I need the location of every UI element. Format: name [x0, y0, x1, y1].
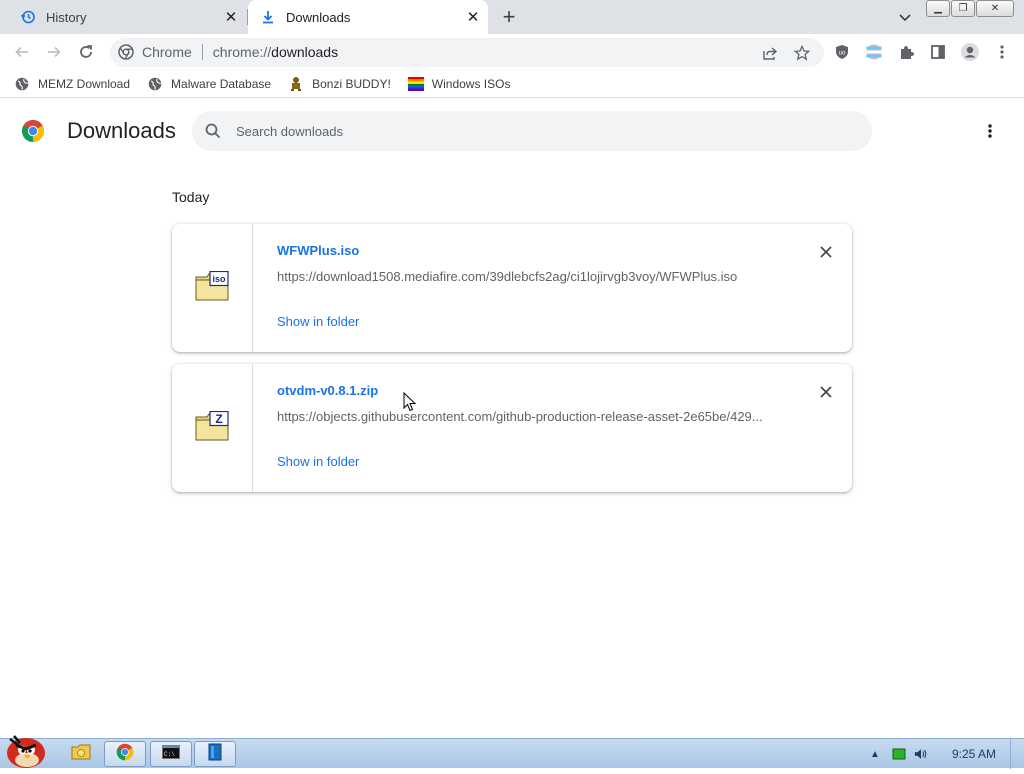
zip-file-icon: Z — [195, 410, 229, 446]
tab-strip: History ✕ Downloads ✕ + ▁ ❐ ✕ — [0, 0, 1024, 34]
taskbar-command-prompt[interactable]: C:\ — [150, 741, 192, 767]
browser-toolbar: Chrome chrome://downloads uo — [0, 34, 1024, 70]
blue-app-icon — [208, 743, 222, 766]
omnibox-divider — [201, 44, 203, 60]
file-url[interactable]: https://objects.githubusercontent.com/gi… — [277, 409, 777, 424]
file-badge: Z — [215, 412, 222, 426]
minimize-button[interactable]: ▁ — [926, 0, 950, 17]
page-title: Downloads — [67, 118, 176, 143]
profile-avatar-icon[interactable] — [960, 42, 980, 62]
show-in-folder-link[interactable]: Show in folder — [277, 454, 359, 469]
download-item: Z otvdm-v0.8.1.zip https://objects.githu… — [172, 364, 852, 492]
bookmark-malware-database[interactable]: Malware Database — [147, 76, 271, 92]
bookmark-label: Windows ISOs — [431, 76, 511, 91]
tab-history-label: History — [46, 9, 87, 25]
iso-file-icon: iso — [195, 270, 229, 306]
share-icon[interactable] — [761, 44, 779, 62]
taskbar: C:\ ▲ 9:25 AM — [0, 735, 1024, 769]
downloads-menu-button[interactable] — [979, 120, 1001, 142]
history-icon — [20, 9, 36, 25]
svg-text:uo: uo — [839, 51, 846, 57]
remove-download-button[interactable] — [816, 382, 836, 402]
downloads-header: Downloads — [0, 99, 1024, 163]
chrome-icon — [116, 743, 134, 766]
battery-icon[interactable] — [892, 747, 906, 761]
tab-history[interactable]: History ✕ — [8, 0, 246, 34]
pride-extension-icon[interactable] — [864, 42, 884, 62]
star-icon[interactable] — [793, 44, 811, 62]
folder-icon — [71, 744, 91, 765]
more-menu-icon[interactable] — [992, 42, 1012, 62]
file-name-link[interactable]: WFWPlus.iso — [277, 243, 359, 258]
file-icon-column: iso — [172, 224, 253, 352]
taskbar-app[interactable] — [194, 741, 236, 767]
bookmarks-bar: MEMZ Download Malware Database Bonzi BUD… — [0, 70, 1024, 98]
show-in-folder-link[interactable]: Show in folder — [277, 314, 359, 329]
search-input[interactable] — [236, 120, 836, 142]
chevron-down-icon[interactable] — [896, 8, 914, 26]
tab-downloads-label: Downloads — [286, 9, 351, 25]
close-icon[interactable]: ✕ — [464, 8, 482, 26]
bookmark-label: Bonzi BUDDY! — [312, 76, 391, 91]
svg-text:C:\: C:\ — [164, 751, 175, 758]
bookmark-windows-isos[interactable]: Windows ISOs — [407, 76, 511, 92]
reload-button[interactable] — [74, 40, 98, 64]
search-icon — [204, 122, 222, 140]
chrome-logo-icon — [21, 119, 45, 143]
url-host: downloads — [271, 44, 339, 60]
file-icon-column: Z — [172, 364, 253, 492]
windows-flag-icon — [407, 76, 424, 92]
close-icon[interactable]: ✕ — [222, 8, 240, 26]
chrome-icon — [118, 44, 134, 60]
bookmark-label: Malware Database — [171, 76, 272, 91]
start-button[interactable] — [0, 731, 56, 769]
download-item: iso WFWPlus.iso https://download1508.med… — [172, 224, 852, 352]
tab-downloads[interactable]: Downloads ✕ — [248, 0, 488, 34]
date-heading: Today — [172, 189, 210, 205]
url-text: chrome://downloads — [213, 44, 338, 60]
restore-button[interactable]: ❐ — [951, 0, 975, 17]
volume-icon[interactable] — [914, 747, 928, 761]
back-button[interactable] — [10, 40, 34, 64]
taskbar-explorer[interactable] — [60, 741, 102, 767]
extensions-puzzle-icon[interactable] — [896, 42, 916, 62]
remove-download-button[interactable] — [816, 242, 836, 262]
search-bar[interactable] — [192, 111, 872, 151]
url-scheme: chrome:// — [212, 44, 272, 60]
ublock-shield-icon[interactable]: uo — [832, 42, 852, 62]
taskbar-chrome[interactable] — [104, 741, 146, 767]
side-panel-icon[interactable] — [928, 42, 948, 62]
bookmark-label: MEMZ Download — [38, 76, 131, 91]
tray-expand-icon[interactable]: ▲ — [868, 747, 882, 761]
bookmark-bonzi-buddy[interactable]: Bonzi BUDDY! — [288, 76, 391, 92]
globe-icon — [147, 76, 163, 92]
address-bar[interactable]: Chrome chrome://downloads — [110, 38, 824, 67]
file-url[interactable]: https://download1508.mediafire.com/39dle… — [277, 269, 777, 284]
bonzi-icon — [288, 76, 304, 92]
globe-icon — [14, 76, 30, 92]
show-desktop-button[interactable] — [1010, 739, 1024, 769]
taskbar-clock[interactable]: 9:25 AM — [952, 747, 996, 761]
site-info[interactable]: Chrome chrome://downloads — [118, 44, 338, 60]
window-controls: ▁ ❐ ✕ — [926, 0, 1015, 18]
file-name-link[interactable]: otvdm-v0.8.1.zip — [277, 383, 378, 398]
bookmark-memz[interactable]: MEMZ Download — [14, 76, 130, 92]
terminal-icon: C:\ — [162, 744, 180, 764]
mouse-cursor-icon — [403, 391, 417, 412]
forward-button[interactable] — [42, 40, 66, 64]
file-badge: iso — [212, 274, 226, 284]
new-tab-button[interactable]: + — [498, 4, 520, 29]
site-label: Chrome — [142, 44, 192, 60]
download-icon — [260, 9, 276, 25]
window-close-button[interactable]: ✕ — [976, 0, 1014, 17]
